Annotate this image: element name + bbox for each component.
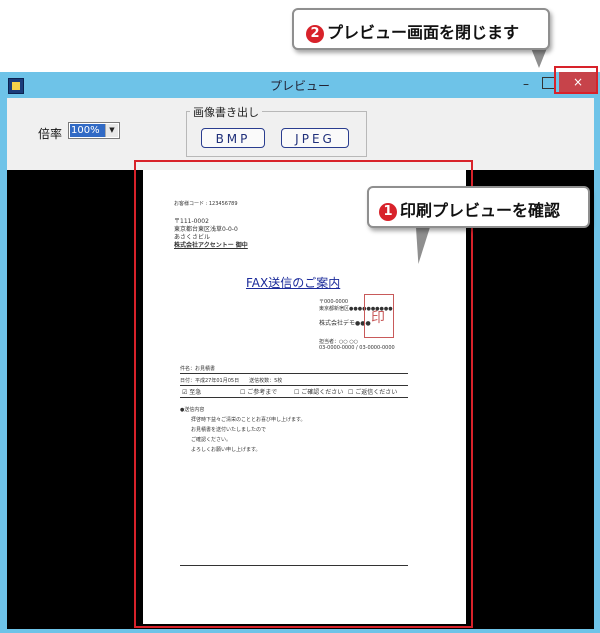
zoom-value: 100% [70,124,107,137]
jpeg-button[interactable]: JPEG [281,128,349,148]
step-number-badge: 1 [379,203,397,221]
close-button-highlight [554,66,598,94]
callout-preview: 1 印刷プレビューを確認 [367,186,590,228]
callout-close: 2 プレビュー画面を閉じます [292,8,550,50]
callout-close-text: プレビュー画面を閉じます [327,23,520,42]
export-group-label: 画像書き出し [190,104,262,120]
window-title: プレビュー [269,79,330,93]
step-number-badge: 2 [306,25,324,43]
callout-pointer [531,48,547,68]
chevron-down-icon[interactable]: ▼ [105,124,118,137]
zoom-label: 倍率 [38,127,63,141]
callout-preview-text: 印刷プレビューを確認 [400,201,561,220]
zoom-select[interactable]: 100% ▼ [68,122,120,139]
bmp-button[interactable]: BMP [201,128,265,148]
minimize-button[interactable]: – [519,77,533,91]
title-bar: プレビュー – × [0,72,600,98]
